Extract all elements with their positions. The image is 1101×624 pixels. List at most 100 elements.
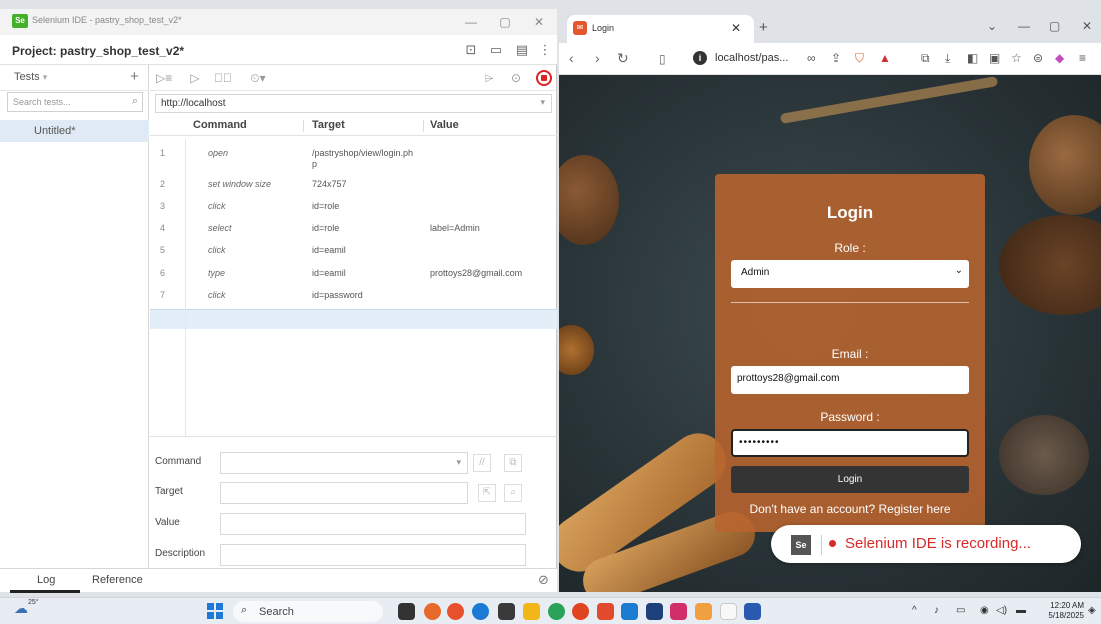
- target-input[interactable]: [220, 482, 468, 504]
- forward-icon[interactable]: ›: [595, 50, 600, 66]
- description-input[interactable]: [220, 544, 526, 566]
- maximize-icon[interactable]: ▢: [492, 12, 518, 32]
- email-field[interactable]: prottoys28@gmail.com: [731, 366, 969, 394]
- vpn-icon[interactable]: ⊜: [1033, 51, 1043, 65]
- register-link[interactable]: Don't have an account? Register here: [715, 502, 985, 516]
- save-project-icon[interactable]: ▤: [513, 41, 531, 59]
- taskbar-search[interactable]: ⌕ Search: [233, 601, 383, 622]
- test-item-untitled[interactable]: Untitled*: [0, 120, 149, 142]
- value-input[interactable]: [220, 513, 526, 535]
- select-target-icon[interactable]: ⇱: [478, 484, 496, 502]
- run-current-test-icon[interactable]: ▷: [188, 69, 202, 87]
- postman-icon[interactable]: [695, 603, 712, 620]
- edge-icon[interactable]: [472, 603, 489, 620]
- notepad-icon[interactable]: [720, 603, 737, 620]
- task-view-icon[interactable]: [398, 603, 415, 620]
- project-name: Project: pastry_shop_test_v2*: [12, 44, 185, 58]
- row-value: label=Admin: [430, 223, 480, 233]
- wallet-icon[interactable]: ◆: [1055, 51, 1064, 65]
- search-tests-input[interactable]: Search tests... ⌕: [7, 92, 143, 112]
- tab-reference[interactable]: Reference: [92, 574, 143, 586]
- tab-log[interactable]: Log: [37, 574, 55, 586]
- close-tab-icon[interactable]: ✕: [731, 21, 741, 35]
- close-icon[interactable]: ✕: [526, 12, 552, 32]
- password-field[interactable]: •••••••••: [731, 429, 969, 457]
- copilot-icon[interactable]: [424, 603, 441, 620]
- command-row-empty[interactable]: [150, 309, 557, 329]
- tab-title: Login: [592, 23, 615, 33]
- system-clock[interactable]: 12:20 AM 5/18/2025: [1038, 601, 1084, 621]
- clear-log-icon[interactable]: ⊘: [538, 572, 549, 588]
- open-project-icon[interactable]: ▭: [487, 41, 505, 59]
- site-info-icon[interactable]: i: [693, 51, 707, 65]
- find-target-icon[interactable]: ⌕: [504, 484, 522, 502]
- battery-icon[interactable]: ▬: [1016, 605, 1026, 616]
- display-icon[interactable]: ▭: [956, 605, 965, 616]
- row-value: prottoys28@gmail.com: [430, 268, 523, 278]
- row-number: 5: [160, 245, 166, 255]
- sidebar-icon[interactable]: ◧: [967, 51, 978, 65]
- more-options-icon[interactable]: ⋮: [536, 41, 554, 59]
- back-icon[interactable]: ‹: [569, 50, 574, 66]
- weather-widget[interactable]: ☁ 25°: [14, 599, 39, 622]
- email-label: Email :: [831, 347, 869, 361]
- new-project-icon[interactable]: ⊡: [462, 41, 480, 59]
- tab-search-icon[interactable]: ⌄: [987, 19, 997, 33]
- run-all-tests-icon[interactable]: ▷≡: [156, 69, 172, 87]
- extensions-icon[interactable]: ⧉: [921, 51, 930, 66]
- minimize-icon[interactable]: —: [1018, 19, 1030, 33]
- reload-icon[interactable]: ↻: [617, 50, 629, 67]
- show-hidden-icons[interactable]: ^: [912, 605, 917, 616]
- rewards-icon[interactable]: ▲: [879, 51, 891, 65]
- honey-image: [559, 325, 594, 375]
- weather-temp: 25°: [28, 599, 39, 606]
- disable-breakpoints-icon[interactable]: ⌲: [480, 69, 498, 87]
- share-icon[interactable]: ⇪: [831, 51, 841, 65]
- test-speed-icon[interactable]: ⏲▾: [245, 69, 271, 87]
- shield-icon[interactable]: ⛉: [855, 51, 864, 66]
- column-divider: [423, 120, 424, 132]
- seeds-bowl-image: [999, 415, 1089, 495]
- tab-groups-icon[interactable]: ▣: [989, 51, 1000, 65]
- search-icon: ⌕: [131, 95, 138, 107]
- microphone-icon[interactable]: ♪: [934, 605, 939, 616]
- menu-icon[interactable]: ≡: [1079, 51, 1086, 65]
- stop-recording-button[interactable]: [536, 70, 552, 86]
- column-header-value: Value: [430, 119, 459, 131]
- word-icon[interactable]: [744, 603, 761, 620]
- base-url-select[interactable]: http://localhost ▾: [155, 94, 552, 113]
- role-select[interactable]: Admin ⌄: [731, 260, 969, 288]
- add-test-icon[interactable]: +: [130, 68, 139, 85]
- step-over-icon[interactable]: ⋮⃞: [214, 69, 232, 87]
- chat-icon[interactable]: [548, 603, 565, 620]
- row-command: click: [208, 201, 226, 211]
- firefox-icon[interactable]: [447, 603, 464, 620]
- tests-dropdown[interactable]: Tests ▾: [14, 71, 47, 83]
- reader-mode-icon[interactable]: ∞: [807, 51, 816, 65]
- mail-icon[interactable]: [597, 603, 614, 620]
- brave-nightly-icon[interactable]: [670, 603, 687, 620]
- comment-toggle-icon[interactable]: //: [473, 454, 491, 472]
- file-explorer-icon[interactable]: [523, 603, 540, 620]
- notification-icon[interactable]: ◈: [1088, 605, 1096, 616]
- command-input[interactable]: ▾: [220, 452, 468, 474]
- pause-on-exceptions-icon[interactable]: ⊙: [508, 69, 524, 87]
- volume-icon[interactable]: ◁): [996, 605, 1007, 616]
- maximize-icon[interactable]: ▢: [1049, 19, 1060, 33]
- open-reference-icon[interactable]: ⧉: [504, 454, 522, 472]
- minimize-icon[interactable]: —: [458, 12, 484, 32]
- new-tab-icon[interactable]: +: [759, 19, 768, 36]
- store-icon[interactable]: [646, 603, 663, 620]
- download-icon[interactable]: ⤓: [945, 51, 950, 66]
- login-button[interactable]: Login: [731, 466, 969, 493]
- brave-icon[interactable]: [572, 603, 589, 620]
- app-icon[interactable]: [498, 603, 515, 620]
- bookmarks-icon[interactable]: ☆: [1011, 51, 1022, 65]
- browser-tab-login[interactable]: ✉ Login ✕: [567, 15, 754, 43]
- wifi-icon[interactable]: ◉: [980, 605, 989, 616]
- bookmark-icon[interactable]: ▯: [659, 52, 666, 66]
- vscode-icon[interactable]: [621, 603, 638, 620]
- recording-indicator: Se Selenium IDE is recording...: [771, 525, 1081, 563]
- close-icon[interactable]: ✕: [1082, 19, 1092, 33]
- start-button[interactable]: [207, 603, 223, 619]
